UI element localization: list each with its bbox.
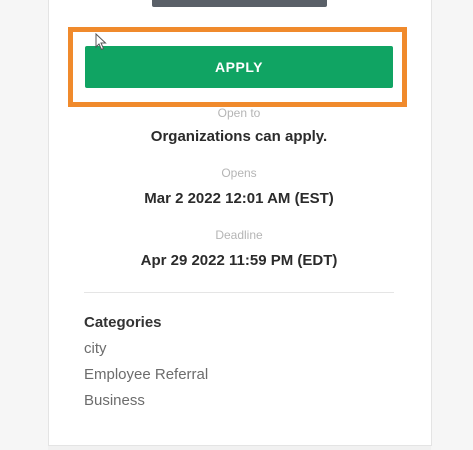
section-divider (84, 292, 394, 293)
category-item: Business (84, 392, 145, 409)
open-to-label: Open to (217, 106, 261, 120)
opens-label: Opens (221, 166, 257, 180)
open-to-value: Organizations can apply. (150, 128, 328, 145)
mouse-pointer-icon (95, 33, 107, 51)
deadline-label: Deadline (215, 228, 263, 242)
opens-value: Mar 2 2022 12:01 AM (EST) (144, 190, 334, 207)
categories-list: city Employee Referral Business (84, 340, 208, 418)
category-item: city (84, 340, 107, 357)
category-item: Employee Referral (84, 366, 209, 383)
left-gutter (0, 0, 48, 450)
deadline-value: Apr 29 2022 11:59 PM (EDT) (140, 252, 338, 269)
categories-heading: Categories (84, 314, 162, 331)
top-bar-remnant (152, 0, 327, 7)
screenshot-stage: APPLY Open to Organizations can apply. O… (0, 0, 473, 450)
right-gutter (431, 0, 473, 450)
highlight-box (68, 27, 407, 107)
